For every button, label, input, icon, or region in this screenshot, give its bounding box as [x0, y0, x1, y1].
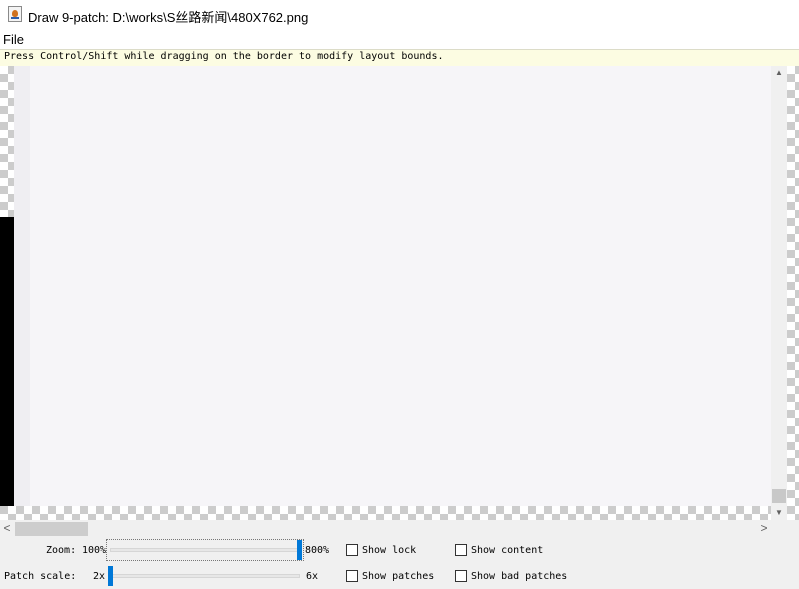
horizontal-scrollbar[interactable]: < >: [0, 520, 771, 537]
vertical-scroll-thumb[interactable]: [772, 489, 786, 503]
scroll-left-arrow-icon[interactable]: <: [0, 520, 14, 537]
zoom-label: Zoom:: [46, 545, 77, 556]
show-content-checkbox[interactable]: [455, 544, 467, 556]
image-preview[interactable]: [14, 66, 771, 506]
scroll-down-arrow-icon[interactable]: ▼: [771, 506, 787, 520]
zoom-slider[interactable]: [110, 548, 300, 552]
image-left-edge: [14, 66, 30, 506]
horizontal-scroll-thumb[interactable]: [15, 522, 88, 536]
window-title: Draw 9-patch: D:\works\S丝路新闻\480X762.png: [28, 10, 309, 25]
show-content-label[interactable]: Show content: [471, 545, 543, 556]
zoom-value: 100%: [82, 545, 107, 556]
title-bar: Draw 9-patch: D:\works\S丝路新闻\480X762.png: [0, 0, 799, 30]
java-coffee-icon: [8, 6, 22, 22]
show-patches-checkbox[interactable]: [346, 570, 358, 582]
show-bad-patches-label[interactable]: Show bad patches: [471, 571, 567, 582]
patch-scale-label: Patch scale:: [4, 571, 77, 582]
canvas-right-edge: [787, 66, 799, 520]
help-text: Press Control/Shift while dragging on th…: [4, 51, 444, 62]
stretch-patch-marker[interactable]: [0, 217, 14, 506]
image-canvas[interactable]: [0, 66, 771, 520]
help-bar: Press Control/Shift while dragging on th…: [0, 49, 799, 66]
patch-scale-max-label: 6x: [306, 571, 319, 582]
patch-scale-min-label: 2x: [93, 571, 106, 582]
scroll-up-arrow-icon[interactable]: ▲: [771, 66, 787, 80]
controls-panel: Zoom: 100% 800% Show lock Show content P…: [0, 537, 799, 589]
menu-bar: File: [0, 30, 799, 49]
scroll-corner: [771, 520, 799, 537]
zoom-slider-knob[interactable]: [297, 540, 302, 560]
scroll-right-arrow-icon[interactable]: >: [757, 520, 771, 537]
patch-scale-slider-knob[interactable]: [108, 566, 113, 586]
show-lock-checkbox[interactable]: [346, 544, 358, 556]
show-patches-label[interactable]: Show patches: [362, 571, 434, 582]
menu-file[interactable]: File: [3, 32, 24, 47]
zoom-max-label: 800%: [305, 545, 330, 556]
show-bad-patches-checkbox[interactable]: [455, 570, 467, 582]
show-lock-label[interactable]: Show lock: [362, 545, 416, 556]
patch-scale-slider[interactable]: [110, 574, 300, 578]
vertical-scrollbar[interactable]: ▲ ▼: [771, 66, 787, 520]
